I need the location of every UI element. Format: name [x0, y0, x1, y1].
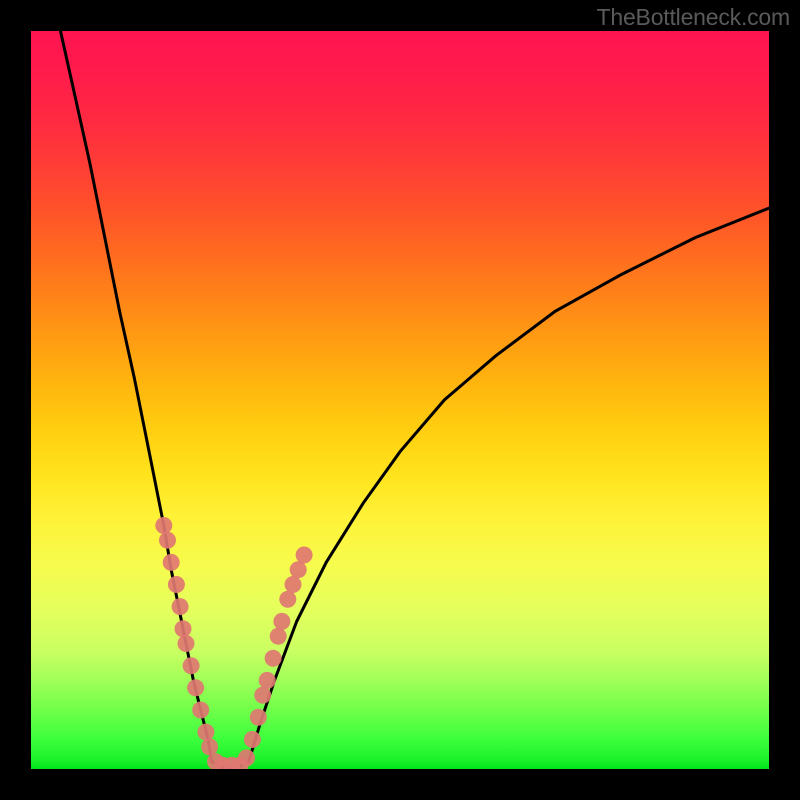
scatter-point [238, 749, 255, 766]
scatter-point [259, 672, 276, 689]
scatter-point [187, 679, 204, 696]
scatter-point [192, 702, 209, 719]
scatter-point [183, 657, 200, 674]
curve-right-branch [249, 208, 769, 762]
scatter-point [244, 731, 261, 748]
curve-group [61, 31, 770, 768]
scatter-point [197, 724, 214, 741]
scatter-point [163, 554, 180, 571]
scatter-point [159, 532, 176, 549]
scatter-point [265, 650, 282, 667]
scatter-point [296, 547, 313, 564]
scatter-point [254, 687, 271, 704]
scatter-point [285, 576, 302, 593]
watermark-text: TheBottleneck.com [597, 4, 790, 31]
chart-frame: TheBottleneck.com [0, 0, 800, 800]
scatter-point [250, 709, 267, 726]
scatter-point [168, 576, 185, 593]
scatter-point [201, 738, 218, 755]
scatter-point [155, 517, 172, 534]
scatter-point [273, 613, 290, 630]
scatter-point [175, 620, 192, 637]
scatter-point [279, 591, 296, 608]
curve-left-branch [61, 31, 212, 762]
bottleneck-curve-svg [31, 31, 769, 769]
scatter-point [290, 561, 307, 578]
scatter-point [270, 628, 287, 645]
scatter-point [172, 598, 189, 615]
plot-area [31, 31, 769, 769]
scatter-point [178, 635, 195, 652]
